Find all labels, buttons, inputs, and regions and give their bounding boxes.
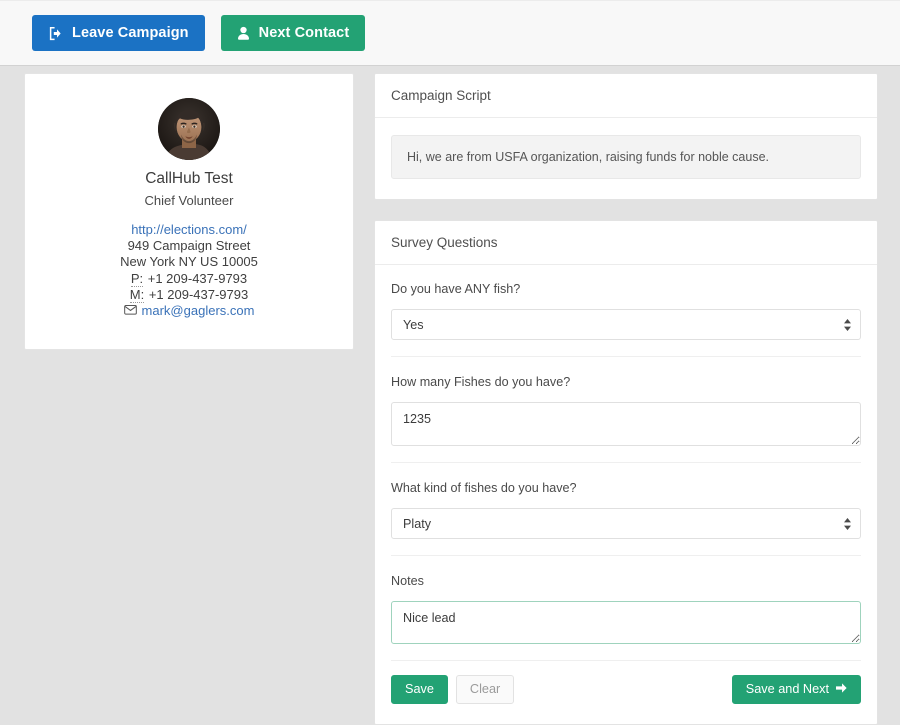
sign-out-icon [48,26,63,41]
survey-field-notes: Notes [391,555,861,660]
any-fish-select-value: Yes [403,317,424,332]
chevron-updown-icon [844,318,851,331]
notes-label: Notes [391,574,424,588]
envelope-icon [123,303,137,319]
clear-button[interactable]: Clear [455,675,515,704]
save-and-next-button[interactable]: Save and Next [731,675,861,704]
contact-email-link[interactable]: mark@gaglers.com [142,303,255,319]
contact-avatar-photo [158,98,220,160]
kind-of-fishes-select[interactable]: Platy [391,508,861,539]
campaign-script-panel: Campaign Script Hi, we are from USFA org… [374,73,878,200]
survey-field-how-many-fishes: How many Fishes do you have? [391,356,861,462]
chevron-updown-icon [844,517,851,530]
any-fish-select[interactable]: Yes [391,309,861,340]
top-action-bar: Leave Campaign Next Contact [0,0,900,66]
survey-question-label: Do you have ANY fish? [391,282,521,296]
contact-name: CallHub Test [145,170,233,187]
survey-field-any-fish: Do you have ANY fish? Yes [391,282,861,356]
campaign-script-text: Hi, we are from USFA organization, raisi… [391,135,861,179]
contact-phone: +1 209-437-9793 [147,270,248,286]
next-contact-label: Next Contact [258,24,350,41]
kind-of-fishes-select-value: Platy [403,516,431,531]
contact-column: CallHub Test Chief Volunteer http://elec… [24,73,354,351]
leave-campaign-label: Leave Campaign [72,24,189,41]
survey-field-kind-of-fishes: What kind of fishes do you have? Platy [391,462,861,555]
main-column: Campaign Script Hi, we are from USFA org… [374,73,878,725]
contact-website-link[interactable]: http://elections.com/ [131,222,247,237]
next-contact-button[interactable]: Next Contact [220,15,366,51]
contact-mobile: +1 209-437-9793 [148,286,249,302]
notes-input[interactable] [391,601,861,644]
contact-card: CallHub Test Chief Volunteer http://elec… [24,73,354,351]
contact-phone-row: P: +1 209-437-9793 [45,270,333,287]
survey-questions-body: Do you have ANY fish? Yes How many Fishe… [375,265,877,724]
survey-questions-title: Survey Questions [375,221,877,265]
arrow-right-icon [836,683,847,696]
survey-questions-panel: Survey Questions Do you have ANY fish? Y… [374,220,878,725]
survey-question-label: What kind of fishes do you have? [391,481,577,495]
save-button[interactable]: Save [391,675,448,704]
survey-form-actions: Save Clear Save and Next [391,660,861,704]
leave-campaign-button[interactable]: Leave Campaign [32,15,205,51]
survey-question-label: How many Fishes do you have? [391,375,571,389]
campaign-script-title: Campaign Script [375,74,877,118]
mobile-label: M: [129,286,145,303]
contact-title: Chief Volunteer [144,193,234,208]
contact-details: http://elections.com/ 949 Campaign Stree… [45,222,333,319]
contact-email-row: mark@gaglers.com [123,303,255,319]
user-icon [237,26,250,41]
contact-mobile-row: M: +1 209-437-9793 [45,286,333,303]
contact-address-line1: 949 Campaign Street [127,238,251,254]
save-and-next-label: Save and Next [745,682,829,697]
contact-address-line2: New York NY US 10005 [120,254,258,270]
phone-label: P: [130,270,144,287]
how-many-fishes-input[interactable] [391,402,861,446]
campaign-script-body: Hi, we are from USFA organization, raisi… [375,118,877,199]
